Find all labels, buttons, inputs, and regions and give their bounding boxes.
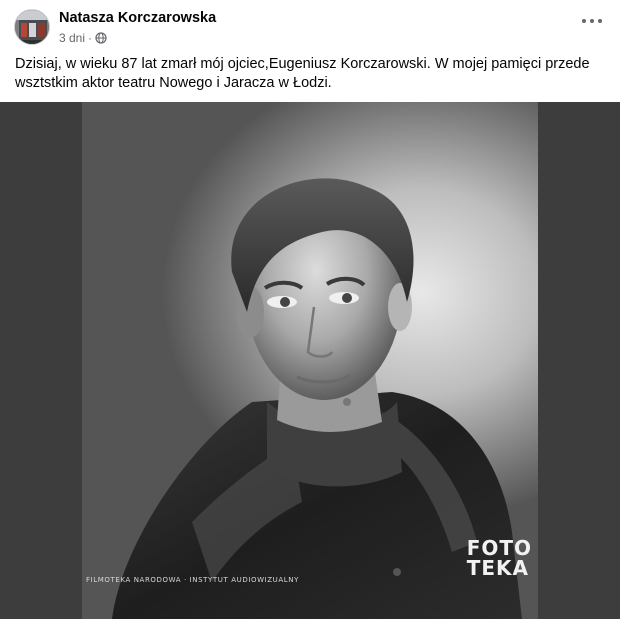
- post-meta: 3 dni ·: [59, 31, 107, 45]
- post-text-line: Dzisiaj, w wieku 87 lat zmarł mój ojciec…: [15, 56, 590, 72]
- photo-credit: FILMOTEKA NARODOWA · INSTYTUT AUDIOWIZUA…: [86, 576, 299, 584]
- post-time[interactable]: 3 dni: [59, 31, 85, 45]
- post-photo-container[interactable]: FOTO TEKA FILMOTEKA NARODOWA · INSTYTUT …: [0, 102, 620, 619]
- post-text-line: wsztstkim aktor teatru Nowego i Jaracza …: [15, 75, 332, 91]
- facebook-post: Natasza Korczarowska 3 dni · Dzisiaj, w …: [0, 0, 620, 619]
- author-name[interactable]: Natasza Korczarowska: [59, 10, 216, 26]
- avatar[interactable]: [14, 9, 50, 45]
- post-text: Dzisiaj, w wieku 87 lat zmarł mój ojciec…: [15, 55, 605, 93]
- meta-separator: ·: [88, 31, 93, 45]
- avatar-image: [15, 10, 49, 44]
- globe-icon: [95, 32, 107, 44]
- post-photo[interactable]: FOTO TEKA FILMOTEKA NARODOWA · INSTYTUT …: [82, 102, 538, 619]
- more-options-button[interactable]: [582, 16, 602, 26]
- post-header: Natasza Korczarowska 3 dni ·: [0, 0, 620, 52]
- more-horizontal-icon: [582, 19, 586, 23]
- fototeka-watermark: FOTO TEKA: [466, 536, 532, 580]
